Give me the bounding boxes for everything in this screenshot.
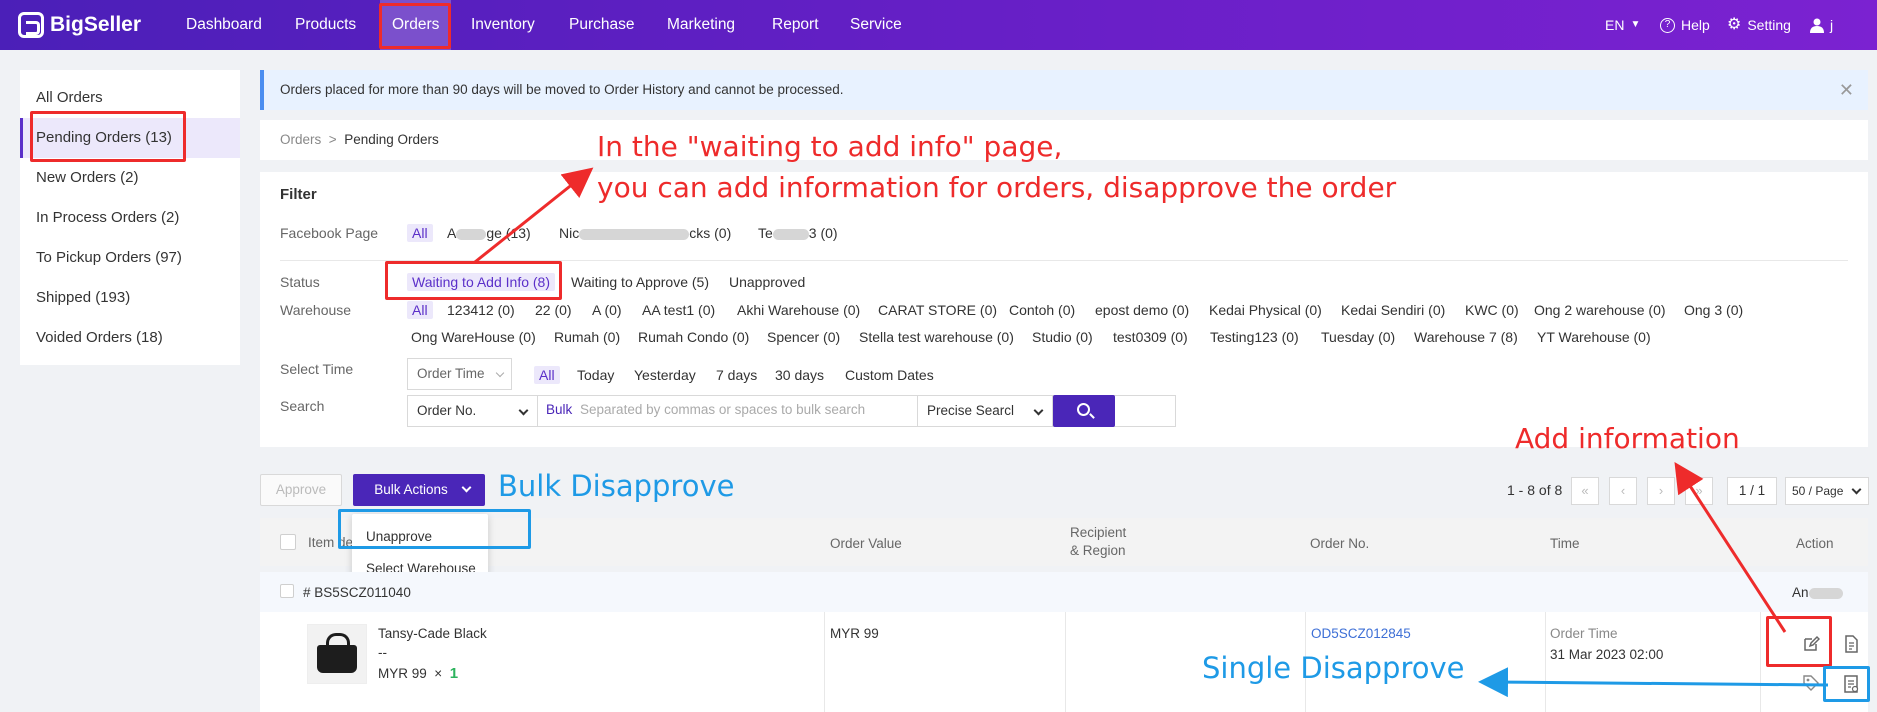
arrow-to-single-disapprove [1478, 667, 1829, 698]
annotation-arrows [474, 167, 1829, 698]
annotation-main-line-1: In the "waiting to add info" page, [597, 130, 1063, 163]
annotation-single-disapprove: Single Disapprove [1202, 651, 1465, 685]
annotation-add-information: Add information [1515, 422, 1740, 455]
annotation-bulk-disapprove: Bulk Disapprove [498, 469, 735, 503]
arrow-to-add-information [1674, 461, 1787, 633]
arrow-to-heading [474, 167, 594, 264]
annotation-main-line-2: you can add information for orders, disa… [597, 171, 1397, 204]
